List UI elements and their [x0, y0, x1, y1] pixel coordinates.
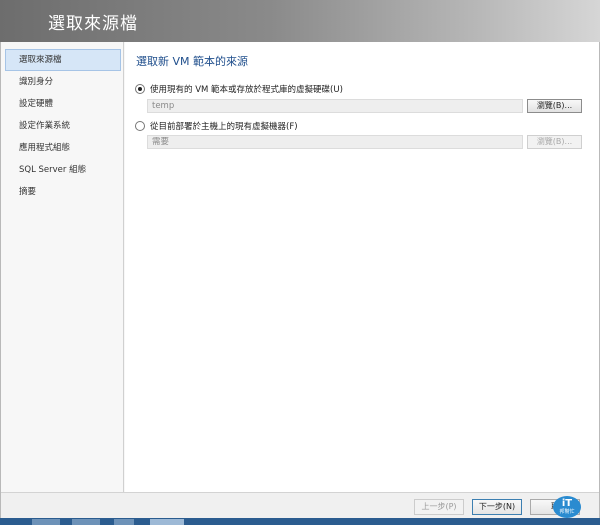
wizard-window: 選取來源檔 識別身分 設定硬體 設定作業系統 應用程式組態 SQL Server… [0, 42, 600, 518]
taskbar [0, 518, 600, 525]
vm-source-field: 需要 [147, 135, 523, 149]
taskbar-app-icon[interactable] [72, 519, 100, 525]
page-heading: 選取新 VM 範本的來源 [136, 55, 249, 68]
taskbar-app-icon[interactable] [150, 519, 184, 525]
previous-button[interactable]: 上一步(P) [414, 499, 464, 515]
nav-item-sql-config[interactable]: SQL Server 組態 [5, 159, 121, 181]
nav-item-select-source[interactable]: 選取來源檔 [5, 49, 121, 71]
nav-item-identity[interactable]: 識別身分 [5, 71, 121, 93]
radio-existing-vm[interactable] [135, 121, 145, 131]
option-existing-vm-label: 從目前部署於主機上的現有虛擬機器(F) [150, 122, 298, 132]
window-title-bar: 選取來源檔 [0, 0, 600, 42]
template-source-field[interactable]: temp [147, 99, 523, 113]
browse-template-button[interactable]: 瀏覽(B)... [527, 99, 582, 113]
radio-existing-template[interactable] [135, 84, 145, 94]
wizard-nav: 選取來源檔 識別身分 設定硬體 設定作業系統 應用程式組態 SQL Server… [1, 42, 124, 492]
nav-item-summary[interactable]: 摘要 [5, 181, 121, 203]
nav-item-os[interactable]: 設定作業系統 [5, 115, 121, 137]
wizard-content: 選取新 VM 範本的來源 使用現有的 VM 範本或存放於程式庫的虛擬硬碟(U) … [125, 42, 599, 492]
option-existing-template[interactable]: 使用現有的 VM 範本或存放於程式庫的虛擬硬碟(U) [135, 83, 343, 95]
window-title: 選取來源檔 [48, 14, 138, 34]
site-watermark-logo: iT 邦幫忙 [553, 496, 581, 518]
option-existing-vm[interactable]: 從目前部署於主機上的現有虛擬機器(F) [135, 120, 298, 132]
next-button[interactable]: 下一步(N) [472, 499, 522, 515]
taskbar-app-icon[interactable] [114, 519, 134, 525]
nav-item-hardware[interactable]: 設定硬體 [5, 93, 121, 115]
taskbar-app-icon[interactable] [32, 519, 60, 525]
option-existing-template-label: 使用現有的 VM 範本或存放於程式庫的虛擬硬碟(U) [150, 85, 343, 95]
wizard-footer: 上一步(P) 下一步(N) 取 [1, 492, 599, 518]
browse-vm-button: 瀏覽(B)... [527, 135, 582, 149]
nav-item-app-config[interactable]: 應用程式組態 [5, 137, 121, 159]
